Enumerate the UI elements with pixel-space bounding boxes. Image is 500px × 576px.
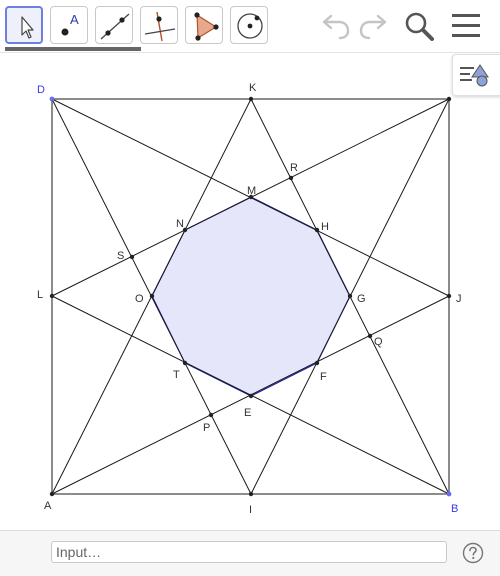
point-J[interactable]: [446, 293, 452, 299]
cursor-arrow-icon: [21, 16, 34, 39]
line-tool-button[interactable]: [95, 6, 133, 44]
point-L[interactable]: [49, 293, 55, 299]
point-T[interactable]: [182, 360, 188, 366]
point-K[interactable]: [248, 96, 254, 102]
label-H: H: [321, 221, 329, 233]
label-L: L: [37, 289, 43, 301]
label-F: F: [320, 371, 327, 383]
point-O[interactable]: [149, 293, 155, 299]
line-through-points-icon: [100, 13, 130, 40]
svg-text:A: A: [70, 12, 79, 27]
graphics-view[interactable]: D K R M N H S L O G J Q T F E P A I B: [0, 53, 500, 530]
move-tool-button[interactable]: [5, 6, 43, 44]
point-corner-tr[interactable]: [446, 96, 452, 102]
redo-button[interactable]: [355, 8, 391, 44]
label-M: M: [247, 185, 256, 197]
point-I[interactable]: [248, 491, 254, 497]
redo-icon: [359, 14, 387, 40]
label-B: B: [451, 503, 458, 515]
label-G: G: [357, 293, 366, 305]
point-P[interactable]: [208, 412, 214, 418]
label-R: R: [290, 162, 298, 174]
point-Q[interactable]: [367, 333, 373, 339]
input-bar: [0, 530, 500, 576]
point-R[interactable]: [288, 175, 294, 181]
undo-icon: [322, 14, 350, 40]
point-tool-button[interactable]: A: [50, 6, 88, 44]
circle-tool-button[interactable]: [230, 6, 268, 44]
label-P: P: [203, 422, 210, 434]
label-I: I: [249, 504, 252, 516]
label-Q: Q: [374, 336, 383, 348]
geometry-canvas[interactable]: D K R M N H S L O G J Q T F E P A I B: [0, 53, 500, 530]
label-T: T: [173, 369, 180, 381]
polygon-icon: [194, 12, 219, 41]
toolbar-scroll-indicator: [5, 47, 141, 51]
label-K: K: [249, 82, 257, 94]
algebra-input-field[interactable]: [51, 541, 447, 563]
point-E[interactable]: [248, 393, 254, 399]
label-J: J: [456, 293, 462, 305]
point-A[interactable]: [49, 491, 55, 497]
polygon-tool-button[interactable]: [185, 6, 223, 44]
label-O: O: [135, 293, 144, 305]
point-G[interactable]: [347, 293, 353, 299]
label-D: D: [37, 84, 45, 96]
circle-center-point-icon: [237, 13, 263, 39]
point-icon: A: [61, 12, 79, 36]
toolbar: A: [0, 0, 500, 53]
perpendicular-line-icon: [144, 11, 176, 42]
point-F[interactable]: [314, 360, 320, 366]
label-S: S: [117, 250, 124, 262]
point-B[interactable]: [446, 491, 452, 497]
undo-button[interactable]: [318, 8, 354, 44]
main-menu-button[interactable]: [448, 8, 484, 44]
label-E: E: [244, 407, 251, 419]
search-button[interactable]: [401, 8, 437, 44]
label-A: A: [44, 500, 52, 512]
menu-icon: [452, 14, 480, 37]
label-N: N: [176, 218, 184, 230]
perpendicular-tool-button[interactable]: [140, 6, 178, 44]
point-H[interactable]: [314, 227, 320, 233]
search-icon: [405, 12, 434, 41]
point-S[interactable]: [129, 254, 135, 260]
help-icon: [462, 542, 484, 564]
point-D[interactable]: [49, 96, 55, 102]
help-button[interactable]: [462, 542, 484, 564]
